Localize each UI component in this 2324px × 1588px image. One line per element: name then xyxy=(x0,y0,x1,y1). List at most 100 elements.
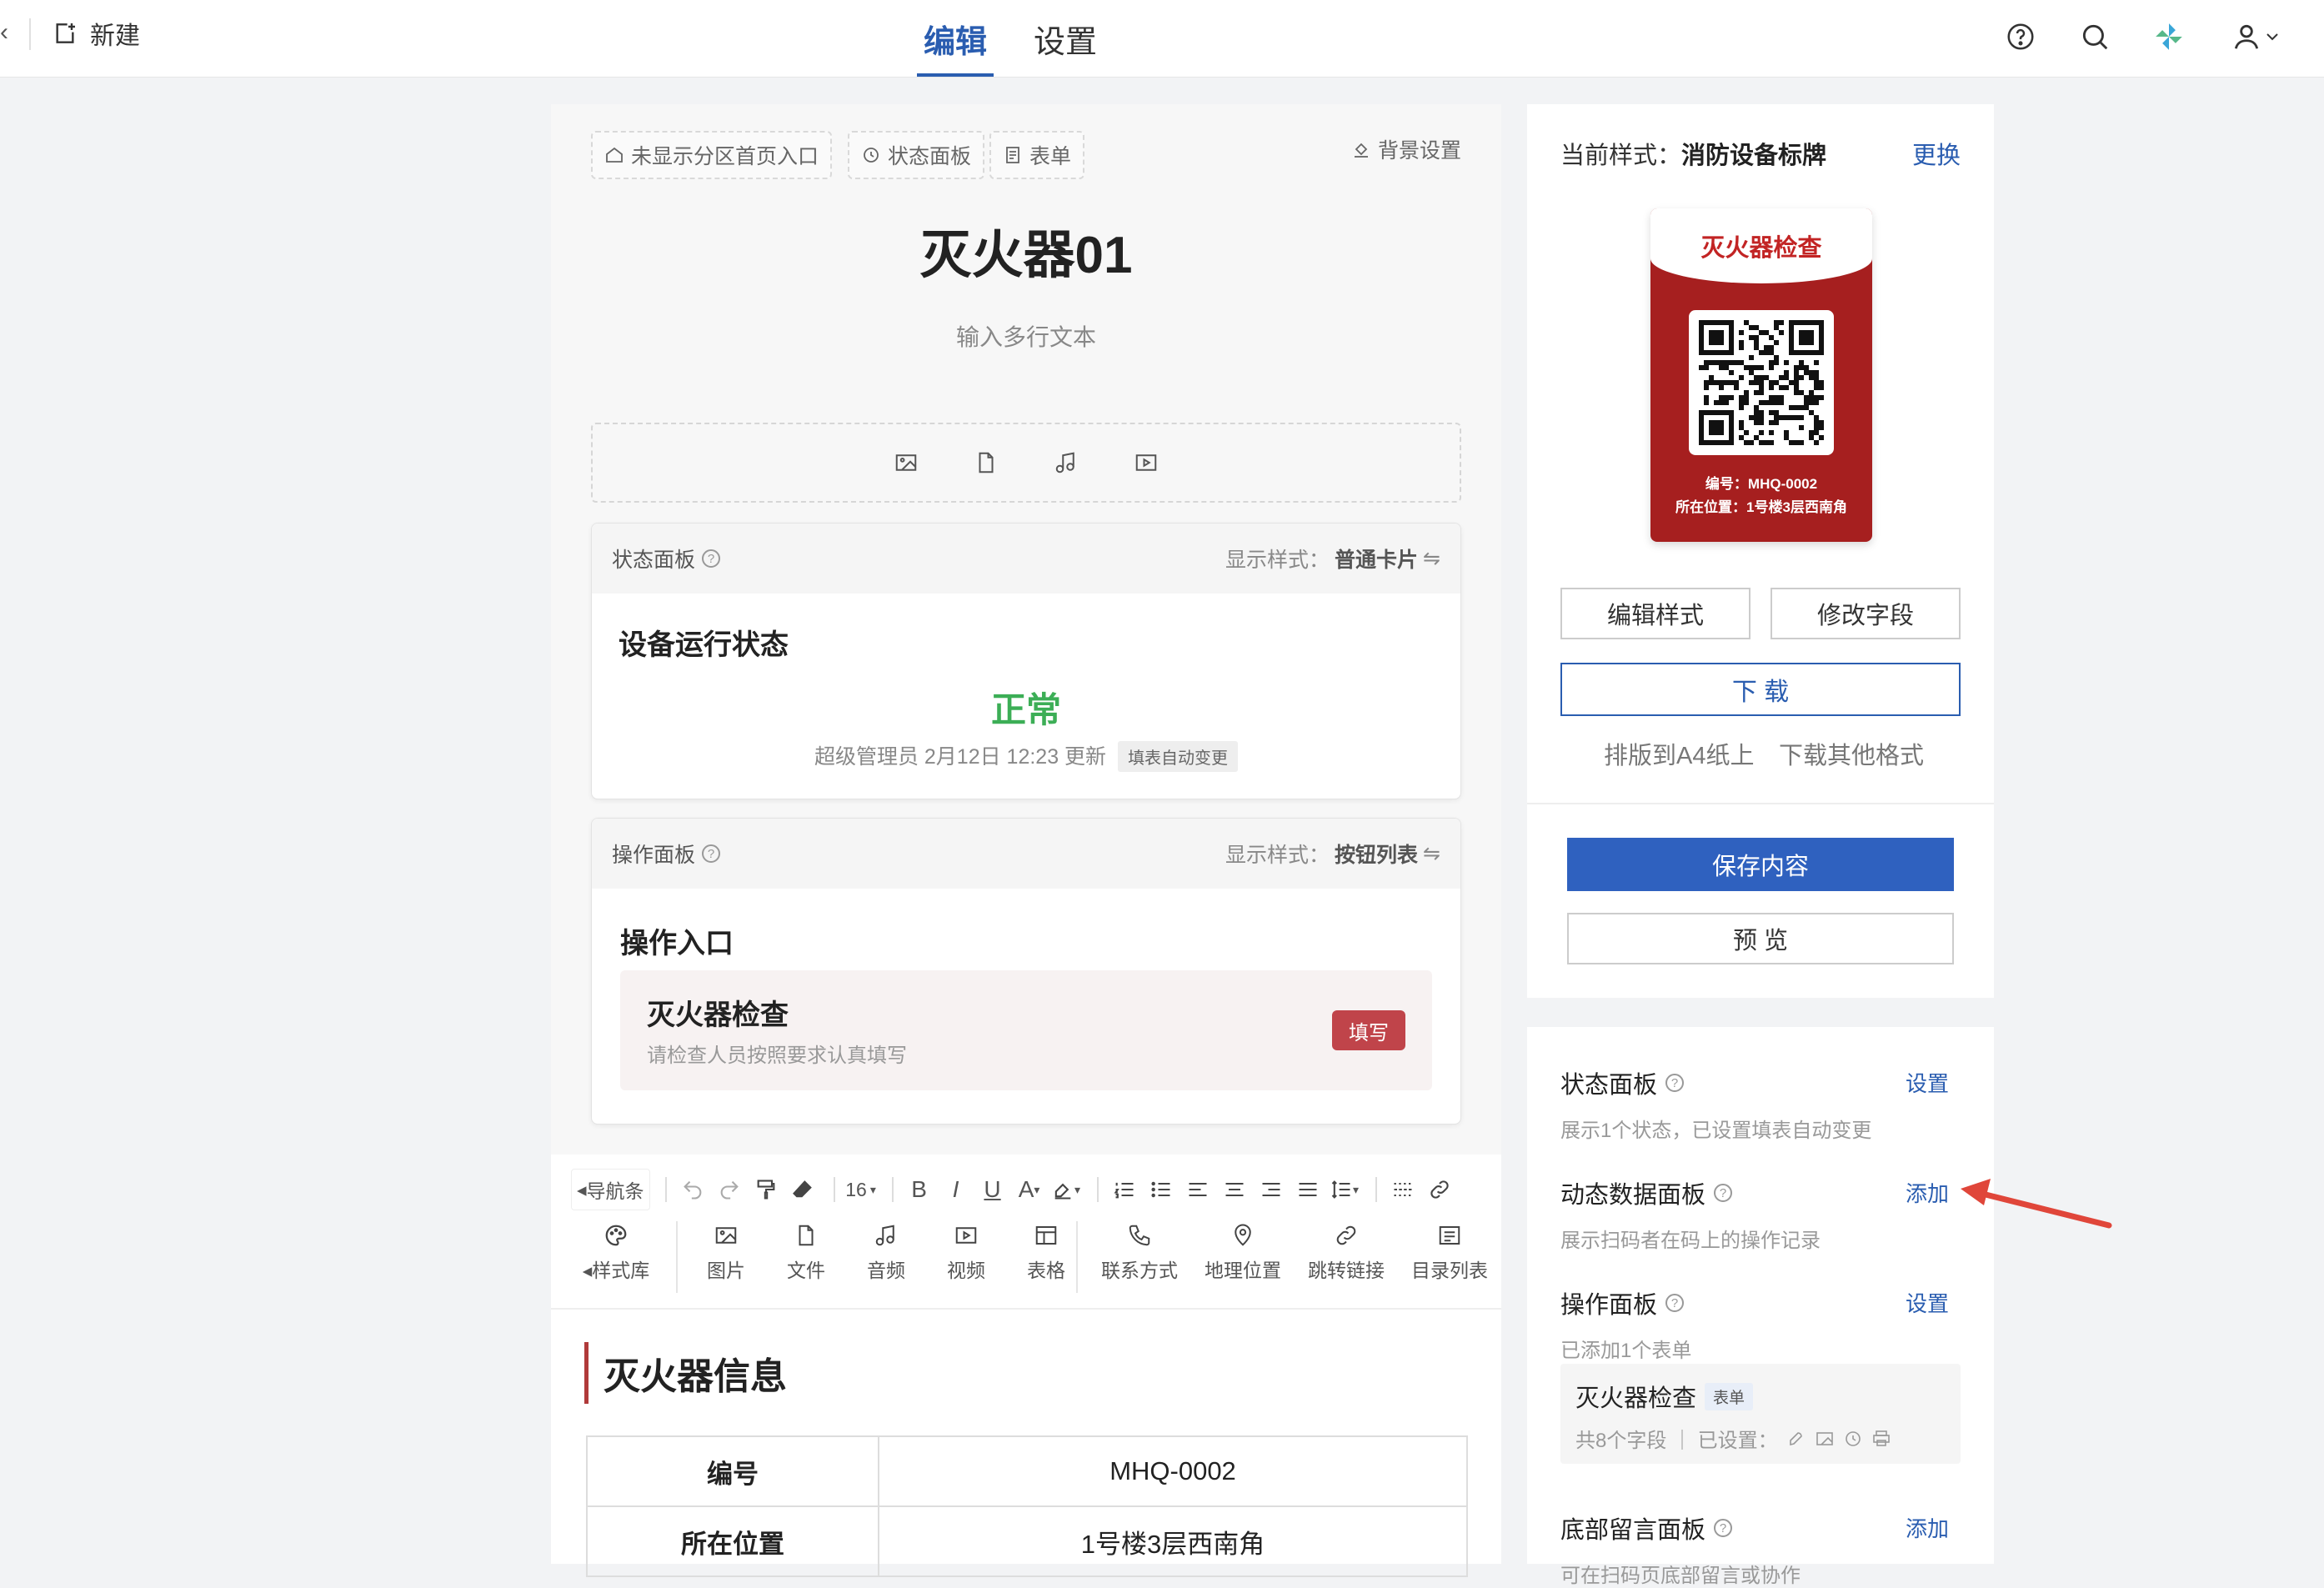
redo-icon[interactable] xyxy=(714,1170,745,1210)
back-icon[interactable]: ‹ xyxy=(0,18,8,47)
video-icon[interactable] xyxy=(1134,450,1159,475)
label-preview: 灭火器检查 编号：MHQ-0002 所在位置：1号楼3层西南角 xyxy=(1650,208,1872,542)
operation-setting-button[interactable]: 设置 xyxy=(1906,1287,1949,1318)
divider xyxy=(1375,1177,1377,1202)
save-button[interactable]: 保存内容 xyxy=(1567,838,1954,891)
align-right-icon[interactable] xyxy=(1255,1170,1287,1210)
fill-button[interactable]: 填写 xyxy=(1332,1010,1405,1050)
align-left-icon[interactable] xyxy=(1182,1170,1214,1210)
status-panel[interactable]: 状态面板? 显示样式： 普通卡片 ⇋ 设备运行状态 正常 超级管理员 2月12日 1… xyxy=(591,523,1461,799)
subtitle-input[interactable]: 输入多行文本 xyxy=(551,319,1501,353)
page-title[interactable]: 灭火器01 xyxy=(551,213,1501,288)
table-row: 所在位置 1号楼3层西南角 xyxy=(586,1505,1468,1577)
edit-style-button[interactable]: 编辑样式 xyxy=(1560,588,1751,639)
help-icon[interactable]: ? xyxy=(1665,1294,1685,1312)
file-icon[interactable] xyxy=(974,450,999,475)
insert-image-button[interactable]: 图片 xyxy=(699,1223,753,1283)
help-icon[interactable]: ? xyxy=(702,844,721,863)
caret-left-icon: ◂ xyxy=(577,1178,587,1200)
insert-contact-button[interactable]: 联系方式 xyxy=(1091,1223,1188,1283)
link-icon[interactable] xyxy=(1424,1170,1455,1210)
home-entry-chip[interactable]: 未显示分区首页入口 xyxy=(591,131,833,179)
bold-icon[interactable]: B xyxy=(904,1170,935,1210)
style-library-button[interactable]: ◂样式库 xyxy=(571,1223,661,1283)
change-style-link[interactable]: 更换 xyxy=(1912,136,1961,171)
user-menu[interactable] xyxy=(2223,17,2290,57)
insert-audio-button[interactable]: 音频 xyxy=(859,1223,913,1283)
background-settings[interactable]: 背景设置 xyxy=(1351,134,1461,164)
line-height-icon[interactable]: ▾ xyxy=(1329,1170,1360,1210)
table-key[interactable]: 所在位置 xyxy=(586,1505,879,1577)
font-size-select[interactable]: 16 ▾ xyxy=(845,1170,877,1210)
info-section-title[interactable]: 灭火器信息 xyxy=(584,1342,787,1404)
form-meta: 共8个字段 ｜ 已设置： xyxy=(1575,1430,1778,1452)
status-setting-button[interactable]: 设置 xyxy=(1906,1067,1949,1098)
format-painter-icon[interactable] xyxy=(750,1170,782,1210)
palette-icon xyxy=(605,1225,627,1246)
divider-line-icon[interactable] xyxy=(1387,1170,1419,1210)
auto-change-tag: 填表自动变更 xyxy=(1118,741,1239,772)
align-center-icon[interactable] xyxy=(1219,1170,1250,1210)
divider xyxy=(1096,1177,1099,1202)
divider xyxy=(551,1308,1501,1310)
dynamic-add-button[interactable]: 添加 xyxy=(1906,1177,1949,1208)
search-icon[interactable] xyxy=(2075,17,2115,57)
insert-file-button[interactable]: 文件 xyxy=(779,1223,833,1283)
info-table[interactable]: 编号 MHQ-0002 所在位置 1号楼3层西南角 xyxy=(586,1435,1468,1577)
status-panel-chip[interactable]: 状态面板 xyxy=(848,131,985,179)
pinwheel-icon[interactable] xyxy=(2149,17,2189,57)
image-icon[interactable] xyxy=(894,450,919,475)
insert-contact-label: 联系方式 xyxy=(1101,1260,1178,1281)
insert-link-button[interactable]: 跳转链接 xyxy=(1298,1223,1395,1283)
operation-panel[interactable]: 操作面板? 显示样式： 按钮列表 ⇋ 操作入口 灭火器检查 请检查人员按照要求认真填… xyxy=(591,818,1461,1125)
insert-location-button[interactable]: 地理位置 xyxy=(1195,1223,1291,1283)
tab-edit[interactable]: 编辑 xyxy=(917,0,994,77)
insert-video-button[interactable]: 视频 xyxy=(939,1223,993,1283)
undo-icon[interactable] xyxy=(677,1170,709,1210)
file-icon xyxy=(799,1225,814,1246)
ordered-list-icon[interactable] xyxy=(1109,1170,1140,1210)
align-justify-icon[interactable] xyxy=(1292,1170,1324,1210)
form-card[interactable]: 灭火器检查 表单 共8个字段 ｜ 已设置： xyxy=(1560,1364,1961,1464)
table-value[interactable]: MHQ-0002 xyxy=(878,1435,1468,1507)
status-heading: 设备运行状态 xyxy=(619,629,789,661)
preview-button[interactable]: 预 览 xyxy=(1567,913,1954,964)
operation-heading: 操作入口 xyxy=(620,928,734,959)
bullet-list-icon[interactable] xyxy=(1145,1170,1177,1210)
home-entry-label: 未显示分区首页入口 xyxy=(631,145,819,168)
other-formats-link[interactable]: 下载其他格式 xyxy=(1779,736,1924,771)
download-button[interactable]: 下 载 xyxy=(1560,663,1961,716)
image-icon xyxy=(1816,1431,1833,1445)
nav-bar-toggle[interactable]: ◂ 导航条 xyxy=(571,1169,650,1210)
divider xyxy=(1527,803,1994,804)
table-value[interactable]: 1号楼3层西南角 xyxy=(878,1505,1468,1577)
help-icon[interactable] xyxy=(2001,17,2041,57)
audio-icon[interactable] xyxy=(1054,450,1079,475)
highlight-icon[interactable]: ▾ xyxy=(1050,1170,1082,1210)
help-icon[interactable]: ? xyxy=(1714,1519,1733,1537)
font-color-icon[interactable]: A ▾ xyxy=(1014,1170,1045,1210)
italic-icon[interactable]: I xyxy=(940,1170,972,1210)
help-icon[interactable]: ? xyxy=(702,549,721,568)
a4-layout-link[interactable]: 排版到A4纸上 xyxy=(1604,736,1754,771)
display-style-value: 普通卡片 xyxy=(1335,549,1419,572)
new-button[interactable]: 新建 xyxy=(52,15,140,52)
operation-entry-card[interactable]: 灭火器检查 请检查人员按照要求认真填写 填写 xyxy=(620,970,1432,1090)
user-icon xyxy=(2234,24,2259,49)
style-library-label: 样式库 xyxy=(592,1260,650,1281)
underline-icon[interactable]: U xyxy=(977,1170,1009,1210)
top-icons xyxy=(2001,12,2324,62)
help-icon[interactable]: ? xyxy=(1665,1074,1685,1092)
edit-fields-button[interactable]: 修改字段 xyxy=(1771,588,1961,639)
help-icon[interactable]: ? xyxy=(1714,1184,1733,1202)
eraser-icon[interactable] xyxy=(787,1170,819,1210)
operation-panel-style[interactable]: 显示样式： 按钮列表 ⇋ xyxy=(1225,839,1440,869)
table-key[interactable]: 编号 xyxy=(586,1435,879,1507)
bottom-add-button[interactable]: 添加 xyxy=(1906,1512,1949,1543)
insert-table-button[interactable]: 表格 xyxy=(1019,1223,1073,1283)
switch-icon: ⇋ xyxy=(1423,842,1440,865)
insert-toc-button[interactable]: 目录列表 xyxy=(1401,1223,1498,1283)
form-chip[interactable]: 表单 xyxy=(989,131,1085,179)
tab-settings[interactable]: 设置 xyxy=(1027,0,1104,77)
status-panel-style[interactable]: 显示样式： 普通卡片 ⇋ xyxy=(1225,544,1440,574)
